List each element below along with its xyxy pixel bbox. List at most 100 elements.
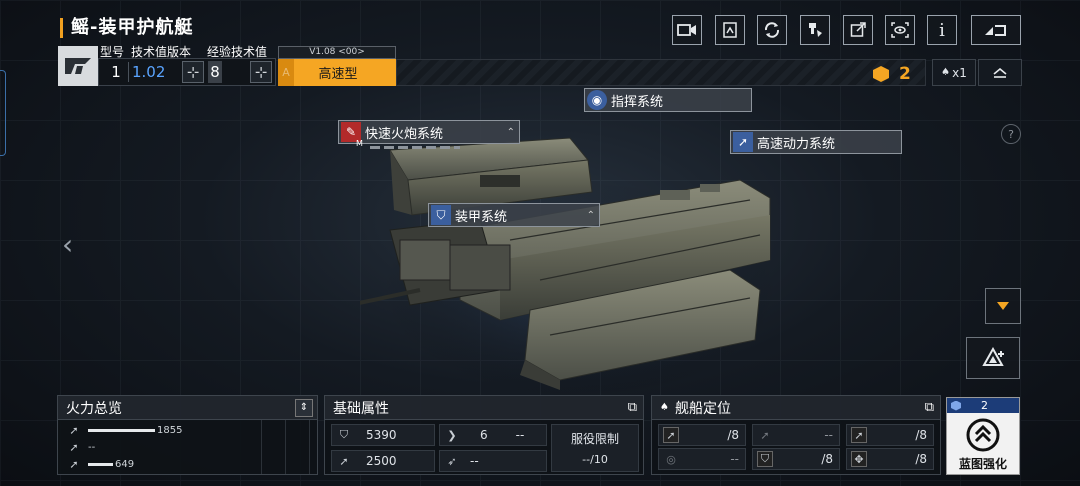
- missile-role-icon: ➚: [760, 428, 770, 442]
- share-list-icon: [723, 22, 737, 38]
- screenshot-button[interactable]: [672, 15, 702, 45]
- exp-tech-value: 8: [208, 61, 222, 83]
- firepower-header: 火力总览 ⇕: [58, 396, 317, 420]
- ship-mode-selector[interactable]: A 高速型: [278, 59, 396, 86]
- assault-icon: ➚: [663, 427, 679, 443]
- anti-air-role-icon: ➚: [851, 427, 867, 443]
- ship-class-logo: [58, 46, 98, 86]
- firepower-sort-button[interactable]: ⇕: [295, 398, 313, 417]
- thruster-icon: ➶: [447, 454, 457, 468]
- firepower-grid: [238, 420, 317, 474]
- positioning-title: 舰船定位: [674, 400, 731, 417]
- firepower-value: --: [88, 442, 96, 453]
- direct-fire-icon: ➚: [69, 424, 79, 437]
- blueprint-label: 蓝图强化: [958, 457, 1007, 471]
- positioning-panel: ♠ 舰船定位 ⧉ ➚ /8 ➚ -- ➚ /8 ◎ -- ⛉ /8 ✥ /8: [651, 395, 941, 475]
- upgrade-button[interactable]: [966, 337, 1020, 379]
- anti-air-icon: ➚: [69, 458, 79, 471]
- ship-model[interactable]: [360, 120, 800, 400]
- rank-up-icon: [966, 418, 1000, 452]
- service-limit-label: 服役限制: [570, 432, 619, 446]
- chevron-left-icon: ‹: [62, 228, 74, 261]
- upgrade-icon: [982, 347, 1004, 366]
- dodge-value: 6: [480, 428, 488, 442]
- expand-icon[interactable]: ⧉: [628, 400, 637, 415]
- firepower-title: 火力总览: [66, 400, 122, 417]
- dropdown-toggle-button[interactable]: [985, 288, 1021, 324]
- role-value: --: [824, 428, 833, 442]
- armor-system-label[interactable]: ⛉ 装甲系统 ⌃: [428, 203, 600, 227]
- engine-icon: ➚: [733, 132, 753, 152]
- blueprint-enhance-button[interactable]: 2 蓝图强化: [946, 397, 1020, 475]
- collapse-button[interactable]: [978, 59, 1022, 86]
- tech-version-value: 1.02: [132, 63, 166, 81]
- chevron-up-icon: [993, 67, 1007, 78]
- role-value: /8: [915, 452, 927, 466]
- radar-icon: ◉: [587, 90, 607, 110]
- firepower-value: 1855: [157, 425, 183, 436]
- spare-stat: ➶ --: [439, 450, 547, 472]
- target-icon: ◎: [666, 452, 676, 466]
- base-stats-header: 基础属性 ⧉: [325, 396, 643, 420]
- crosshair-icon: ⊹: [254, 63, 268, 81]
- blueprint-chip-icon: [951, 400, 961, 411]
- collapse-chevron-icon: ⌃: [586, 209, 595, 221]
- help-button[interactable]: ?: [1001, 124, 1021, 144]
- tech-version-label: 技术值版本: [131, 45, 192, 59]
- power-system-label[interactable]: ➚ 高速动力系统: [730, 130, 902, 154]
- command-system-label[interactable]: ◉ 指挥系统: [584, 88, 752, 112]
- prev-ship-button[interactable]: ‹: [62, 228, 73, 261]
- ship-role-icon: ♠: [660, 402, 669, 413]
- model-value: 1: [111, 63, 121, 81]
- role-value: --: [730, 452, 739, 466]
- exp-tech-adjust-button[interactable]: ⊹: [250, 61, 272, 83]
- fire-system-label[interactable]: ✎ 快速火炮系统 ⌃: [338, 120, 520, 144]
- page-title: 鳐-装甲护航艇: [60, 18, 193, 38]
- share-list-button[interactable]: [715, 15, 745, 45]
- version-label: V1.08 <00>: [278, 46, 396, 59]
- refresh-icon: [764, 22, 780, 38]
- armor-stat: ⛉ 5390: [331, 424, 435, 446]
- positioning-header: ♠ 舰船定位 ⧉: [652, 396, 940, 420]
- blueprint-icon-wrap: [947, 418, 1019, 452]
- divider: [128, 62, 129, 82]
- role-cell: ➚ /8: [658, 424, 746, 446]
- expand-icon[interactable]: ⧉: [925, 400, 934, 415]
- fleet-count-button[interactable]: ♠ x1: [932, 59, 976, 86]
- blueprint-count-bar: 2: [947, 398, 1019, 413]
- scan-icon: [891, 22, 909, 38]
- role-value: /8: [727, 428, 739, 442]
- fire-system-tag: M: [356, 139, 363, 148]
- speed-icon: ➚: [339, 454, 349, 468]
- fleet-count: x1: [952, 65, 967, 80]
- resource-hex-icon: [873, 66, 889, 82]
- paint-button[interactable]: [800, 15, 830, 45]
- export-button[interactable]: [843, 15, 873, 45]
- dodge-stat: ❯ 6 --: [439, 424, 547, 446]
- resource-count: 2: [899, 64, 911, 84]
- service-limit: 服役限制 --/10: [551, 424, 639, 472]
- role-cell: ◎ --: [658, 448, 746, 470]
- left-drawer-handle[interactable]: [0, 70, 6, 156]
- fire-system-name: 快速火炮系统: [365, 126, 444, 142]
- speed-stat: ➚ 2500: [331, 450, 435, 472]
- firepower-panel: 火力总览 ⇕ ➚ 1855 ➚ -- ➚ 649: [57, 395, 318, 475]
- info-button[interactable]: i: [927, 15, 957, 45]
- help-icon: ?: [1008, 127, 1014, 141]
- back-button[interactable]: [971, 15, 1021, 45]
- role-cell: ➚ --: [752, 424, 840, 446]
- fleet-icon: ♠: [941, 67, 951, 78]
- scan-button[interactable]: [885, 15, 915, 45]
- tech-version-adjust-button[interactable]: ⊹: [182, 61, 204, 83]
- power-system-name: 高速动力系统: [757, 136, 836, 152]
- shield-icon: ⛉: [339, 428, 349, 441]
- collapse-chevron-icon: ⌃: [506, 126, 515, 138]
- mode-grade: A: [278, 59, 294, 86]
- export-icon: [850, 22, 866, 37]
- service-limit-value: --/10: [582, 453, 608, 466]
- paint-icon: [809, 23, 822, 37]
- mode-name: 高速型: [318, 67, 358, 82]
- triangle-down-icon: [997, 302, 1009, 310]
- info-stripe-bar: [396, 59, 926, 86]
- refresh-button[interactable]: [757, 15, 787, 45]
